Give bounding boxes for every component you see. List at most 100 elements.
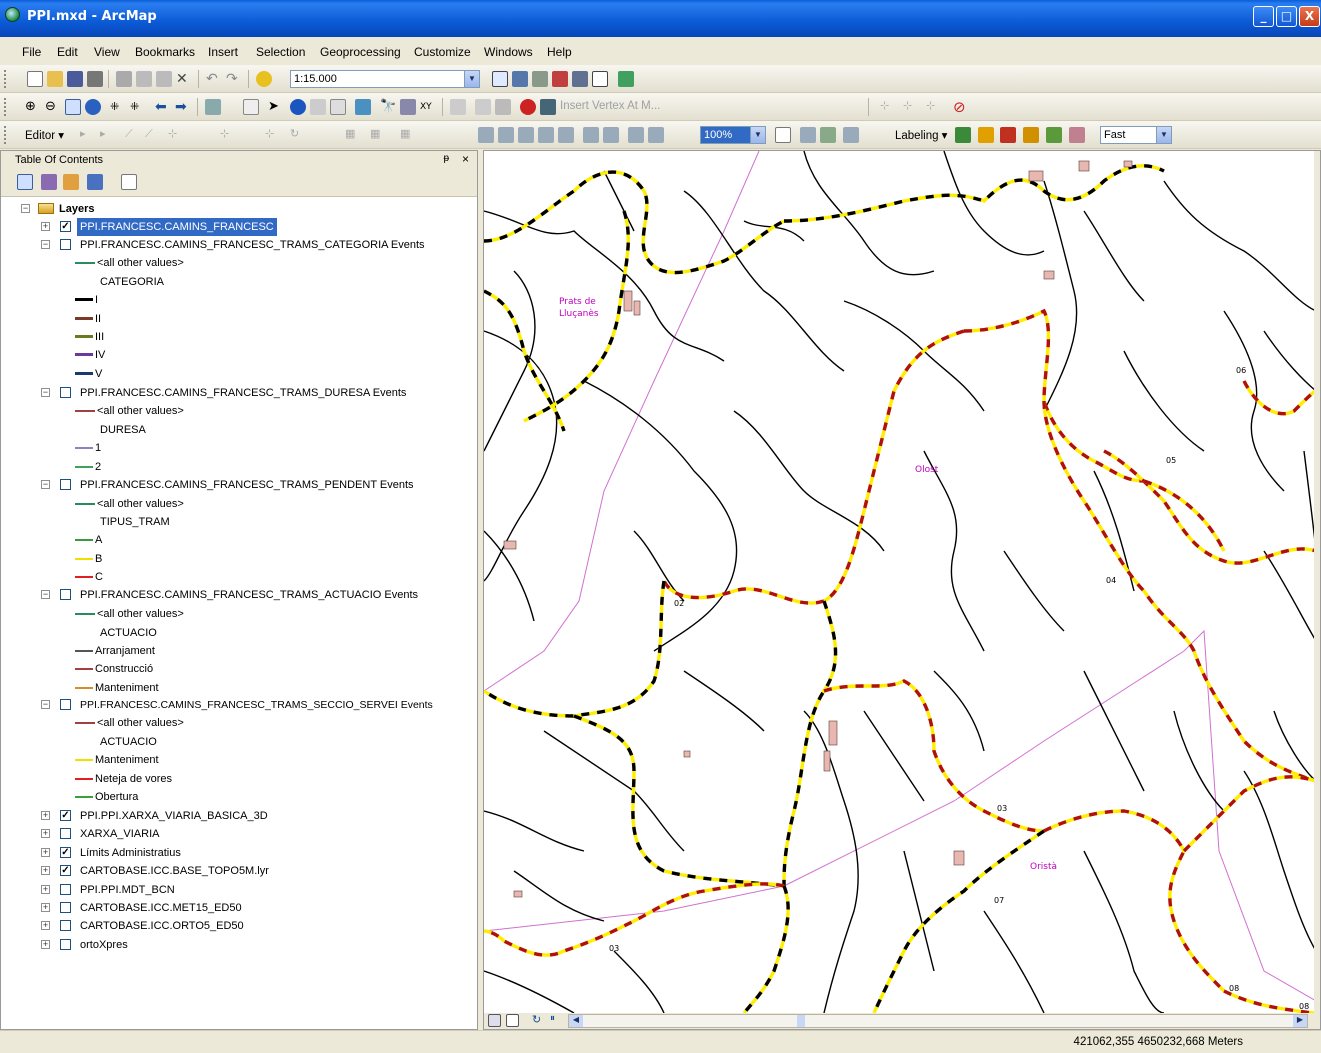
- label-mode-combo[interactable]: Fast ▼: [1100, 126, 1172, 144]
- layer-label[interactable]: CARTOBASE.ICC.BASE_TOPO5M.lyr: [80, 862, 269, 880]
- list-by-visibility-icon[interactable]: [63, 174, 79, 190]
- toc-layer-item[interactable]: + CARTOBASE.ICC.MET15_ED50: [1, 899, 477, 917]
- options-icon[interactable]: [121, 174, 137, 190]
- create-features-icon[interactable]: ▦: [400, 127, 416, 143]
- toc-layer-item[interactable]: − PPI.FRANCESC.CAMINS_FRANCESC_TRAMS_SEC…: [1, 696, 477, 714]
- label-weights-icon[interactable]: [1000, 127, 1016, 143]
- full-extent-icon[interactable]: [85, 99, 101, 115]
- copy-icon[interactable]: [136, 71, 152, 87]
- map-horizontal-scrollbar[interactable]: ◀ ▶: [568, 1014, 1308, 1028]
- edit-tool-icon[interactable]: ▸: [80, 127, 96, 143]
- shared-features-icon[interactable]: ⊹: [926, 99, 942, 115]
- layer-checkbox[interactable]: ✓: [60, 221, 71, 232]
- toc-layer-item[interactable]: + PPI.PPI.MDT_BCN: [1, 881, 477, 899]
- layer-checkbox[interactable]: [60, 589, 71, 600]
- layer-label[interactable]: Límits Administratius: [80, 844, 181, 862]
- python-icon[interactable]: [572, 71, 588, 87]
- menu-windows[interactable]: Windows: [484, 45, 533, 59]
- collapse-toggle[interactable]: −: [41, 700, 50, 709]
- time-slider-icon[interactable]: [450, 99, 466, 115]
- collapse-toggle[interactable]: −: [21, 204, 30, 213]
- rotate-icon[interactable]: ↻: [290, 127, 306, 143]
- layer-label[interactable]: XARXA_VIARIA: [80, 825, 159, 843]
- expand-toggle[interactable]: +: [41, 866, 50, 875]
- zoom-out-icon[interactable]: ⊖: [45, 99, 61, 115]
- view-unplaced-labels-icon[interactable]: [1069, 127, 1085, 143]
- layer-checkbox[interactable]: [60, 828, 71, 839]
- layout-zoom-out-icon[interactable]: [498, 127, 514, 143]
- cut-polygons-icon[interactable]: ⊹: [265, 127, 281, 143]
- layer-checkbox[interactable]: ✓: [60, 865, 71, 876]
- select-elements-icon[interactable]: ➤: [268, 99, 284, 115]
- scroll-thumb[interactable]: [797, 1015, 805, 1027]
- layers-root[interactable]: − Layers: [1, 200, 477, 218]
- data-view-icon[interactable]: [488, 1014, 501, 1027]
- fixed-zoom-out-layout-icon[interactable]: [603, 127, 619, 143]
- pause-drawing-icon[interactable]: ⏸: [550, 1013, 566, 1029]
- layout-view-icon[interactable]: [506, 1014, 519, 1027]
- layer-label[interactable]: PPI.FRANCESC.CAMINS_FRANCESC_TRAMS_PENDE…: [80, 476, 414, 494]
- add-vertex-icon[interactable]: [520, 99, 536, 115]
- save-icon[interactable]: [67, 71, 83, 87]
- straight-segment-icon[interactable]: ⟋: [125, 127, 141, 143]
- menu-customize[interactable]: Customize: [414, 45, 471, 59]
- layer-checkbox[interactable]: [60, 479, 71, 490]
- expand-toggle[interactable]: +: [41, 829, 50, 838]
- lock-labels-icon[interactable]: [1023, 127, 1039, 143]
- toc-layer-item[interactable]: + XARXA_VIARIA: [1, 825, 477, 843]
- go-back-extent-icon[interactable]: [628, 127, 644, 143]
- zoom-in-icon[interactable]: ⊕: [25, 99, 41, 115]
- close-button[interactable]: X: [1299, 6, 1320, 27]
- sketch-properties-window-icon[interactable]: ▦: [370, 127, 386, 143]
- list-by-drawing-order-icon[interactable]: [17, 174, 33, 190]
- catalog-icon[interactable]: [532, 71, 548, 87]
- toc-layer-item[interactable]: − PPI.FRANCESC.CAMINS_FRANCESC_TRAMS_ACT…: [1, 586, 477, 604]
- expand-toggle[interactable]: +: [41, 811, 50, 820]
- trace-icon[interactable]: ⊹: [168, 127, 184, 143]
- toc-layer-item[interactable]: + ✓ CARTOBASE.ICC.BASE_TOPO5M.lyr: [1, 862, 477, 880]
- layer-label[interactable]: CARTOBASE.ICC.ORTO5_ED50: [80, 917, 244, 935]
- window-icon[interactable]: [592, 71, 608, 87]
- toc-layer-item[interactable]: + ✓ PPI.FRANCESC.CAMINS_FRANCESC: [1, 218, 477, 236]
- menu-edit[interactable]: Edit: [57, 45, 78, 59]
- label-manager-icon[interactable]: [955, 127, 971, 143]
- print-icon[interactable]: [87, 71, 103, 87]
- edit-vertices-icon[interactable]: [475, 99, 491, 115]
- cut-icon[interactable]: [116, 71, 132, 87]
- end-point-arc-icon[interactable]: ⟋: [145, 127, 161, 143]
- measure-icon[interactable]: [355, 99, 371, 115]
- layer-label[interactable]: PPI.FRANCESC.CAMINS_FRANCESC_TRAMS_SECCI…: [80, 696, 433, 714]
- zoom-100-icon[interactable]: [558, 127, 574, 143]
- list-by-selection-icon[interactable]: [87, 174, 103, 190]
- pin-icon[interactable]: ᵽ: [443, 153, 449, 164]
- layer-label[interactable]: PPI.FRANCESC.CAMINS_FRANCESC: [77, 218, 277, 236]
- scroll-right-icon[interactable]: ▶: [1293, 1015, 1307, 1027]
- toc-layer-item[interactable]: + ✓ Límits Administratius: [1, 844, 477, 862]
- layer-checkbox[interactable]: [60, 902, 71, 913]
- expand-toggle[interactable]: +: [41, 903, 50, 912]
- expand-toggle[interactable]: +: [41, 222, 50, 231]
- back-icon[interactable]: ⬅: [155, 99, 171, 115]
- sketch-properties-icon[interactable]: [540, 99, 556, 115]
- topology-edit-icon[interactable]: ⊹: [903, 99, 919, 115]
- toolbox-icon[interactable]: [552, 71, 568, 87]
- html-popup-icon[interactable]: [330, 99, 346, 115]
- layer-label[interactable]: PPI.PPI.XARXA_VIARIA_BASICA_3D: [80, 807, 268, 825]
- layer-label[interactable]: PPI.PPI.MDT_BCN: [80, 881, 175, 899]
- attributes-icon[interactable]: ▦: [345, 127, 361, 143]
- go-to-xy-icon[interactable]: XY: [420, 99, 436, 115]
- redo-icon[interactable]: ↷: [226, 71, 242, 87]
- collapse-toggle[interactable]: −: [41, 388, 50, 397]
- scale-combo[interactable]: 1:15.000 ▼: [290, 70, 480, 88]
- topology-icon[interactable]: ⊹: [880, 99, 896, 115]
- focus-data-frame-icon[interactable]: [800, 127, 816, 143]
- find-route-icon[interactable]: [400, 99, 416, 115]
- layer-checkbox[interactable]: [60, 387, 71, 398]
- go-forward-extent-icon[interactable]: [648, 127, 664, 143]
- label-priority-icon[interactable]: [978, 127, 994, 143]
- change-layout-icon[interactable]: [820, 127, 836, 143]
- reshape-icon[interactable]: [495, 99, 511, 115]
- menu-help[interactable]: Help: [547, 45, 572, 59]
- pan-icon[interactable]: [65, 99, 81, 115]
- delete-icon[interactable]: ✕: [176, 71, 192, 87]
